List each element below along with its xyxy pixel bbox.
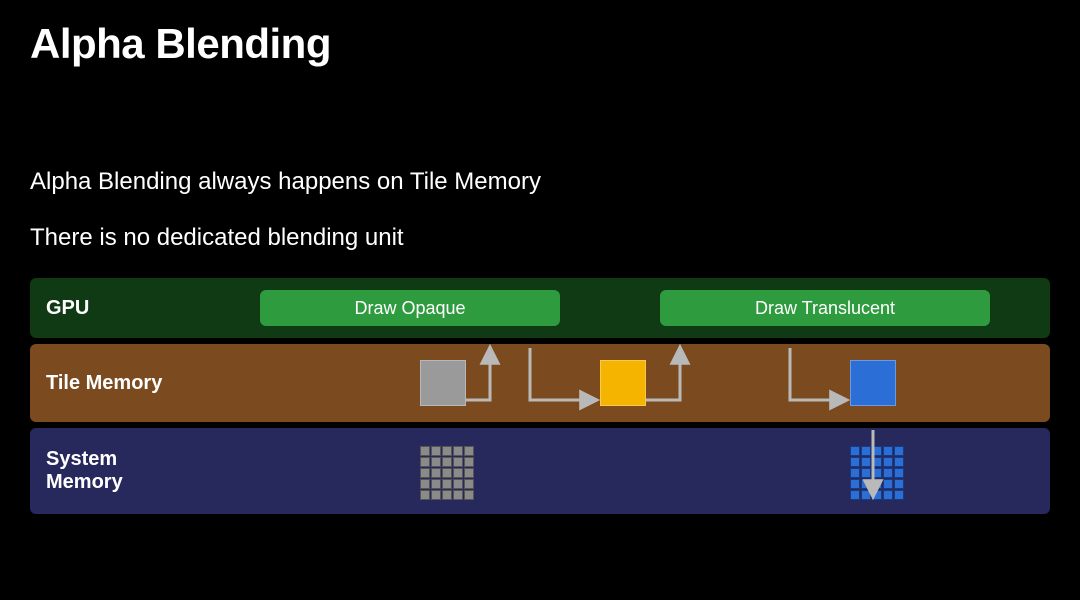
- draw-opaque-pill: Draw Opaque: [260, 290, 560, 326]
- yellow-tile-icon: [600, 360, 646, 406]
- slide: Alpha Blending Alpha Blending always hap…: [0, 0, 1080, 600]
- diagram-rows: GPU Draw Opaque Draw Translucent Tile Me…: [30, 278, 1050, 514]
- gray-tile-icon: [420, 360, 466, 406]
- blue-grid-icon: [850, 446, 904, 500]
- gray-grid-icon: [420, 446, 474, 500]
- body-line-1: Alpha Blending always happens on Tile Me…: [30, 168, 1050, 196]
- gpu-row: GPU Draw Opaque Draw Translucent: [30, 278, 1050, 338]
- tile-memory-row: Tile Memory: [30, 344, 1050, 422]
- gpu-label: GPU: [46, 297, 226, 320]
- body-line-2: There is no dedicated blending unit: [30, 224, 1050, 252]
- system-memory-row: System Memory: [30, 428, 1050, 514]
- draw-translucent-pill: Draw Translucent: [660, 290, 990, 326]
- slide-title: Alpha Blending: [30, 20, 1050, 68]
- blue-tile-icon: [850, 360, 896, 406]
- system-memory-label: System Memory: [46, 448, 226, 494]
- tile-memory-label: Tile Memory: [46, 372, 226, 395]
